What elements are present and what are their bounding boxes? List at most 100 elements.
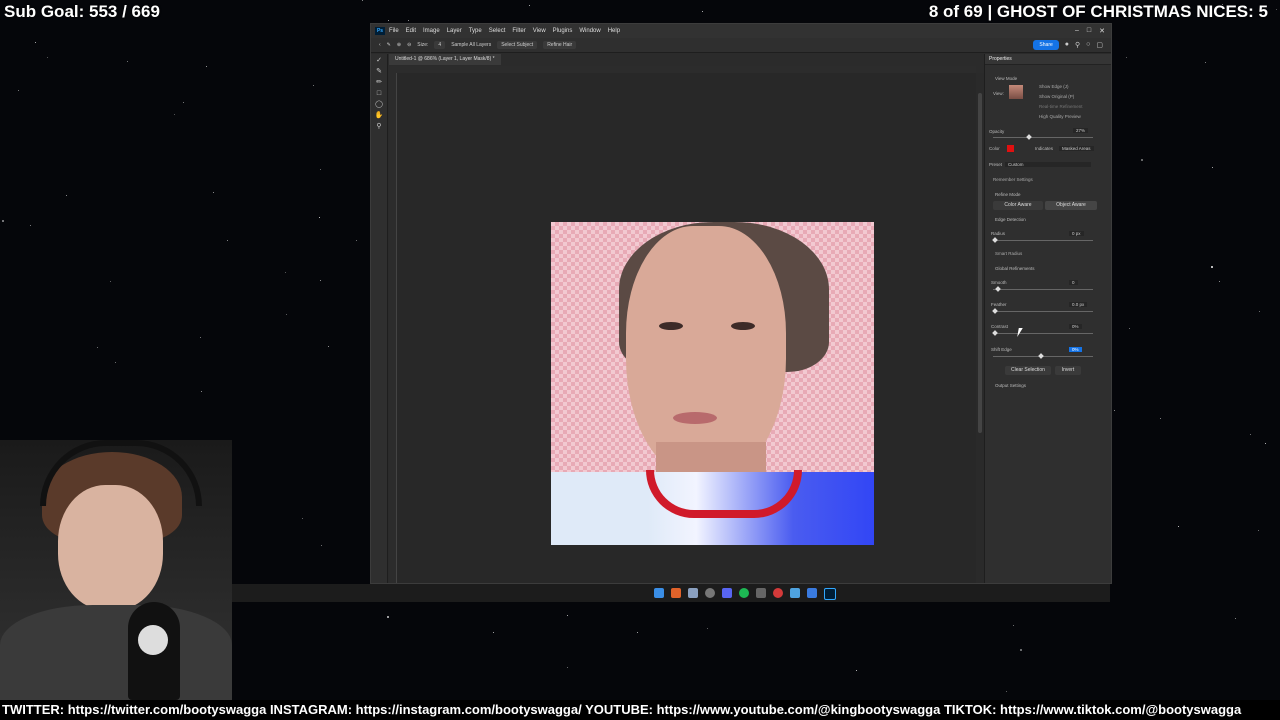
star xyxy=(213,192,214,193)
color-aware-button[interactable]: Color Aware xyxy=(993,201,1043,210)
feather-label: Feather xyxy=(991,302,1007,307)
preset-select[interactable]: Custom xyxy=(1005,162,1091,167)
clear-selection-button[interactable]: Clear Selection xyxy=(1005,366,1051,375)
record-icon[interactable] xyxy=(773,588,783,598)
radius-value[interactable]: 0 px xyxy=(1069,231,1084,236)
invert-button[interactable]: Invert xyxy=(1055,366,1081,375)
star xyxy=(1178,526,1179,527)
opacity-slider-knob[interactable] xyxy=(1026,134,1032,140)
smooth-slider-knob[interactable] xyxy=(995,286,1001,292)
high-quality-preview-checkbox[interactable]: High Quality Preview xyxy=(1039,114,1081,119)
document-tab[interactable]: Untitled-1 @ 686% (Layer 1, Layer Mask/8… xyxy=(389,54,501,65)
contrast-slider-knob[interactable] xyxy=(992,330,998,336)
canvas-scrollbar[interactable] xyxy=(976,73,984,583)
brush-icon[interactable]: ✎ xyxy=(387,42,391,48)
menu-file[interactable]: File xyxy=(389,28,399,34)
select-subject-button[interactable]: Select Subject xyxy=(497,41,538,49)
preset-label: Preset xyxy=(989,162,1003,167)
star xyxy=(1211,266,1213,268)
star xyxy=(1276,9,1277,10)
app-icon-3[interactable] xyxy=(807,588,817,598)
obs-icon[interactable] xyxy=(705,588,715,598)
app-icon[interactable] xyxy=(756,588,766,598)
brush-tool-icon[interactable]: ✏ xyxy=(374,79,384,87)
smart-radius-checkbox[interactable]: Smart Radius xyxy=(995,251,1022,256)
brush-subtract-icon[interactable]: ⊖ xyxy=(407,42,411,48)
menu-help[interactable]: Help xyxy=(608,28,620,34)
menu-filter[interactable]: Filter xyxy=(512,28,525,34)
maximize-icon[interactable]: □ xyxy=(1087,27,1091,35)
feather-value[interactable]: 0.0 px xyxy=(1069,302,1088,307)
realtime-refinement-checkbox[interactable]: Real-time Refinement xyxy=(1039,104,1083,109)
refine-hair-button[interactable]: Refine Hair xyxy=(543,41,577,49)
star xyxy=(637,632,638,633)
menu-select[interactable]: Select xyxy=(489,28,506,34)
app-icon-2[interactable] xyxy=(790,588,800,598)
object-aware-button[interactable]: Object Aware xyxy=(1045,201,1097,210)
opacity-slider[interactable] xyxy=(993,137,1093,138)
firefox-icon[interactable] xyxy=(671,588,681,598)
feather-slider-knob[interactable] xyxy=(992,308,998,314)
output-settings-label[interactable]: Output Settings xyxy=(995,383,1026,388)
canvas-area[interactable] xyxy=(397,73,976,583)
photoshop-taskbar-icon[interactable] xyxy=(824,588,836,600)
lightbulb-icon[interactable]: ○ xyxy=(1086,41,1090,49)
view-thumbnail[interactable] xyxy=(1009,85,1023,99)
scrollbar-thumb[interactable] xyxy=(978,93,982,433)
smooth-slider[interactable] xyxy=(993,289,1093,290)
menu-plugins[interactable]: Plugins xyxy=(553,28,573,34)
shift-edge-slider-knob[interactable] xyxy=(1038,353,1044,359)
brush-add-icon[interactable]: ⊕ xyxy=(397,42,401,48)
view-mode-label: View Mode xyxy=(995,76,1018,81)
menu-layer[interactable]: Layer xyxy=(447,28,462,34)
bell-icon[interactable]: ● xyxy=(1065,41,1069,49)
star xyxy=(319,217,320,218)
opacity-value[interactable]: 27% xyxy=(1073,128,1089,133)
shift-edge-value[interactable]: 0% xyxy=(1069,347,1082,352)
options-bar: ‹ ✎ ⊕ ⊖ Size: 4 Sample All Layers Select… xyxy=(371,38,1111,53)
menu-view[interactable]: View xyxy=(533,28,546,34)
back-arrow-icon[interactable]: ‹ xyxy=(379,42,381,48)
search-icon[interactable]: ⚲ xyxy=(1075,41,1080,49)
star xyxy=(1126,57,1127,58)
indicates-select[interactable]: Masked Areas xyxy=(1059,146,1094,151)
share-button[interactable]: Share xyxy=(1033,40,1059,50)
steam-icon[interactable] xyxy=(688,588,698,598)
remember-settings-checkbox[interactable]: Remember Settings xyxy=(993,177,1033,182)
menu-image[interactable]: Image xyxy=(423,28,440,34)
start-icon[interactable] xyxy=(654,588,664,598)
lasso-icon[interactable]: ◯ xyxy=(374,101,384,109)
contrast-slider[interactable] xyxy=(993,333,1093,334)
spotify-icon[interactable] xyxy=(739,588,749,598)
document-image[interactable] xyxy=(551,222,874,545)
size-input[interactable]: 4 xyxy=(434,41,446,49)
close-icon[interactable]: ✕ xyxy=(1099,27,1105,35)
contrast-value[interactable]: 0% xyxy=(1069,324,1082,329)
quick-selection-tool-icon[interactable]: ✓ xyxy=(374,57,384,65)
image-collar xyxy=(646,470,802,518)
refine-edge-brush-icon[interactable]: ✎ xyxy=(374,68,384,76)
menu-window[interactable]: Window xyxy=(579,28,600,34)
star xyxy=(856,670,857,671)
show-edge-checkbox[interactable]: Show Edge (J) xyxy=(1039,84,1069,89)
show-original-checkbox[interactable]: Show Original (P) xyxy=(1039,94,1074,99)
windows-taskbar xyxy=(230,584,1110,602)
minimize-icon[interactable]: – xyxy=(1075,27,1079,35)
color-swatch[interactable] xyxy=(1007,145,1014,152)
sample-all-layers-checkbox[interactable]: Sample All Layers xyxy=(451,42,491,48)
smooth-value[interactable]: 0 xyxy=(1069,280,1078,285)
discord-icon[interactable] xyxy=(722,588,732,598)
workspace-icon[interactable]: ▢ xyxy=(1096,41,1103,49)
menu-edit[interactable]: Edit xyxy=(406,28,416,34)
star xyxy=(285,272,286,273)
star xyxy=(201,391,202,392)
object-selection-icon[interactable]: □ xyxy=(374,90,384,98)
feather-slider[interactable] xyxy=(993,311,1093,312)
menu-type[interactable]: Type xyxy=(469,28,482,34)
radius-slider-knob[interactable] xyxy=(992,237,998,243)
star xyxy=(1219,281,1220,282)
hand-icon[interactable]: ✋ xyxy=(374,112,384,120)
star xyxy=(408,20,409,21)
zoom-icon[interactable]: ⚲ xyxy=(374,123,384,131)
radius-slider[interactable] xyxy=(993,240,1093,241)
